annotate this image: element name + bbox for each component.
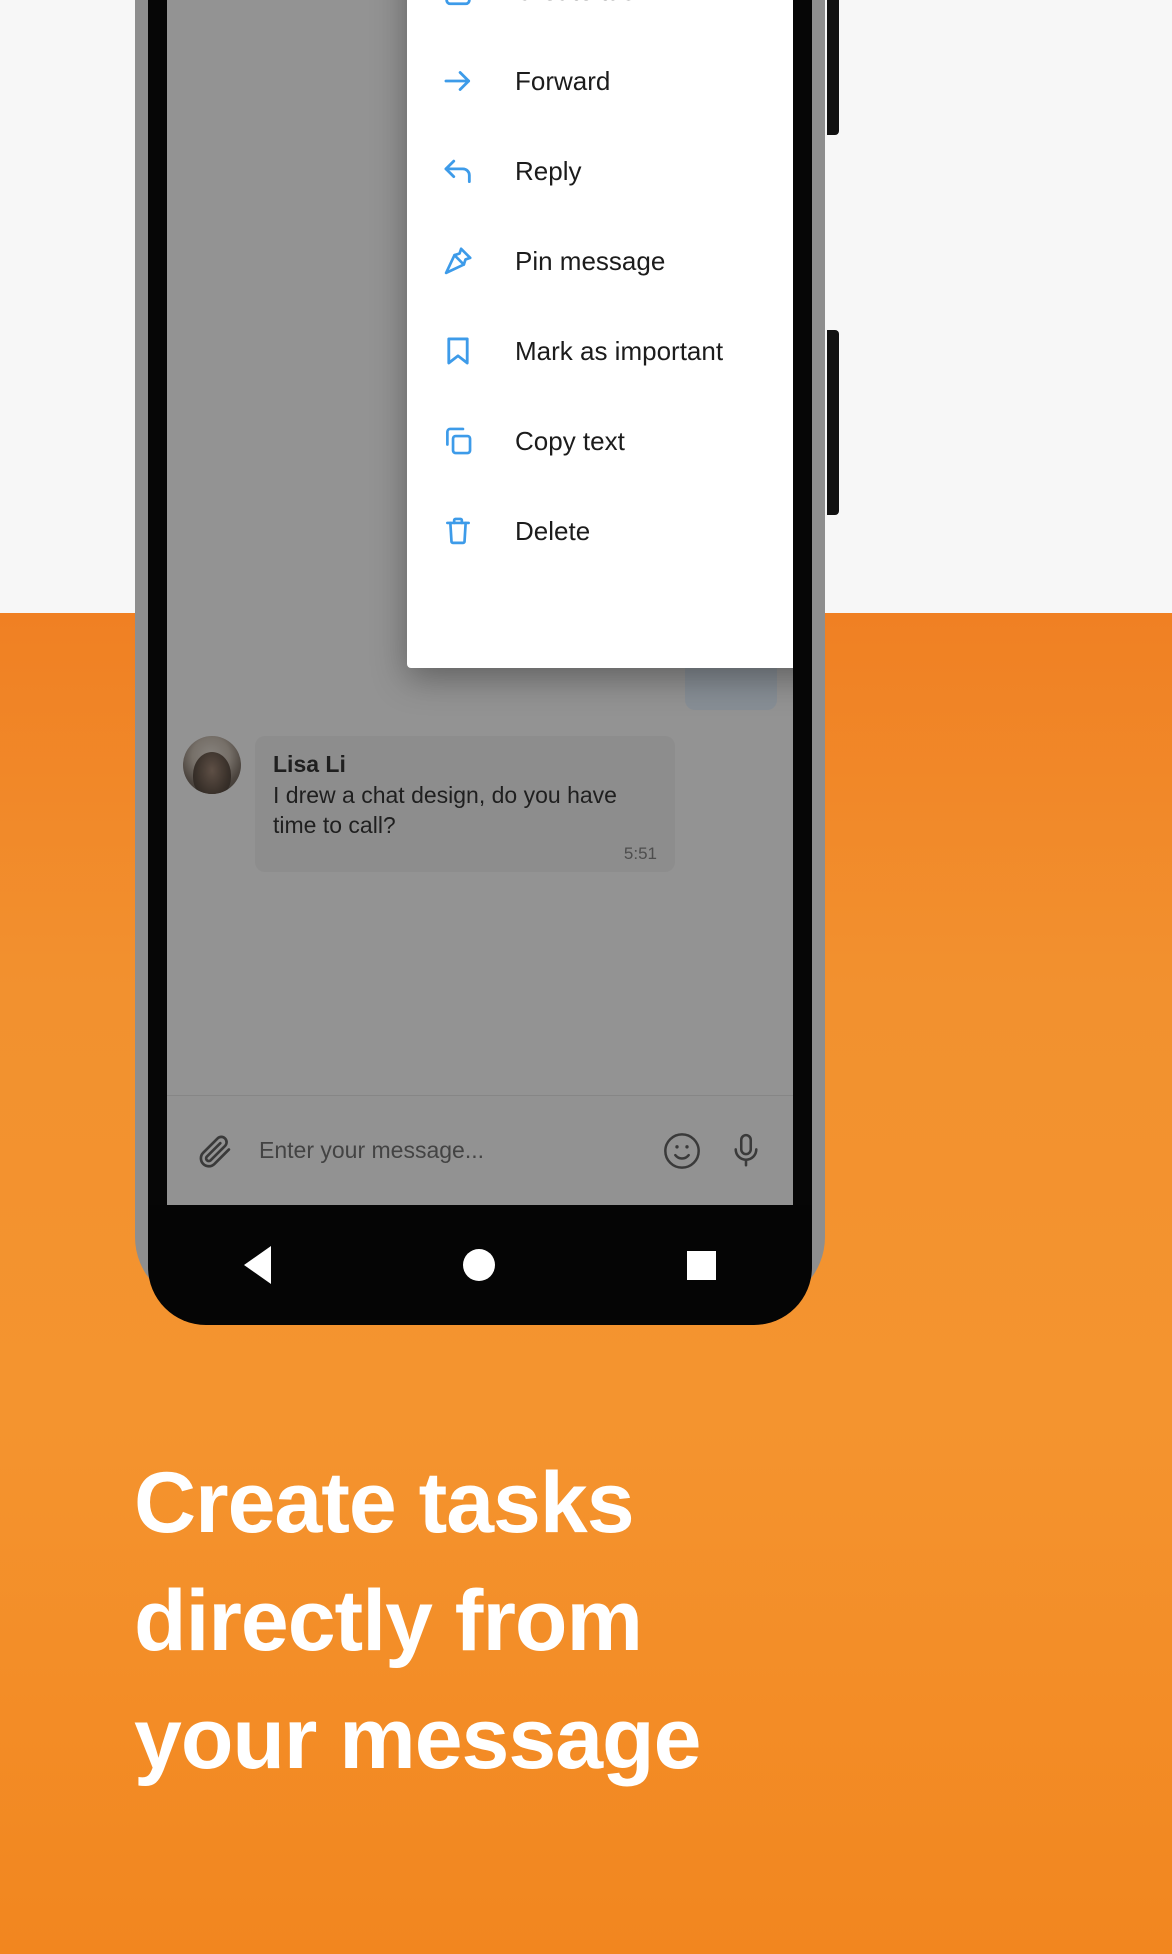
microphone-icon[interactable] <box>725 1130 767 1172</box>
page-title: Create tasks directly from your message <box>134 1444 1034 1798</box>
phone-side-button-volume[interactable] <box>827 0 839 135</box>
chat-bubble-incoming: Lisa Li I drew a chat design, do you hav… <box>255 736 675 872</box>
pin-icon <box>441 244 475 278</box>
reply-arrow-icon <box>441 154 475 188</box>
menu-item-label: Copy text <box>515 425 625 456</box>
menu-item-label: Forward <box>515 65 611 96</box>
arrow-right-icon <box>441 64 475 98</box>
timestamp: 5:51 <box>623 844 657 863</box>
menu-item-label: Pin message <box>515 245 666 276</box>
menu-item-copy-text[interactable]: Copy text <box>407 396 793 486</box>
android-navigation-bar[interactable] <box>148 1205 812 1325</box>
menu-item-label: Mark as important <box>515 335 724 366</box>
menu-item-label: Create task <box>515 0 648 7</box>
home-circle-icon[interactable] <box>463 1249 495 1281</box>
headline-line-2: directly from <box>134 1573 643 1669</box>
menu-item-delete[interactable]: Delete <box>407 486 793 576</box>
menu-item-pin-message[interactable]: Pin message <box>407 216 793 306</box>
trash-icon <box>441 514 475 548</box>
phone-side-button-power[interactable] <box>827 330 839 515</box>
menu-item-forward[interactable]: Forward <box>407 36 793 126</box>
back-triangle-icon[interactable] <box>244 1246 271 1284</box>
phone-screen: Design 5:25 ✓✓ Johnes 5:25 ✓✓ <box>167 0 793 1205</box>
recents-square-icon[interactable] <box>687 1250 716 1280</box>
bookmark-icon <box>441 334 475 368</box>
menu-item-create-task[interactable]: Create task <box>407 0 793 36</box>
copy-icon <box>441 424 475 458</box>
checkbox-check-icon <box>441 0 475 8</box>
paperclip-icon[interactable] <box>193 1130 235 1172</box>
message-context-menu[interactable]: Add reaction Create task Forward <box>407 0 793 668</box>
bubble-sender: Lisa Li <box>273 751 346 777</box>
bubble-meta: 5:51 <box>273 844 657 864</box>
table-row[interactable]: Lisa Li I drew a chat design, do you hav… <box>167 736 793 872</box>
promo-screenshot: Design 5:25 ✓✓ Johnes 5:25 ✓✓ <box>0 0 1172 1954</box>
menu-item-label: Reply <box>515 155 582 186</box>
headline-line-3: your message <box>134 1691 701 1787</box>
search-input[interactable]: Enter your message... <box>259 1137 661 1164</box>
menu-item-reply[interactable]: Reply <box>407 126 793 216</box>
smiley-face-icon[interactable] <box>661 1130 703 1172</box>
bubble-text: I drew a chat design, do you have time t… <box>273 782 617 838</box>
message-input-bar[interactable]: Enter your message... <box>167 1095 793 1205</box>
menu-item-label: Delete <box>515 515 591 546</box>
menu-item-mark-as-important[interactable]: Mark as important <box>407 306 793 396</box>
avatar <box>183 736 241 794</box>
headline-line-1: Create tasks <box>134 1455 635 1551</box>
